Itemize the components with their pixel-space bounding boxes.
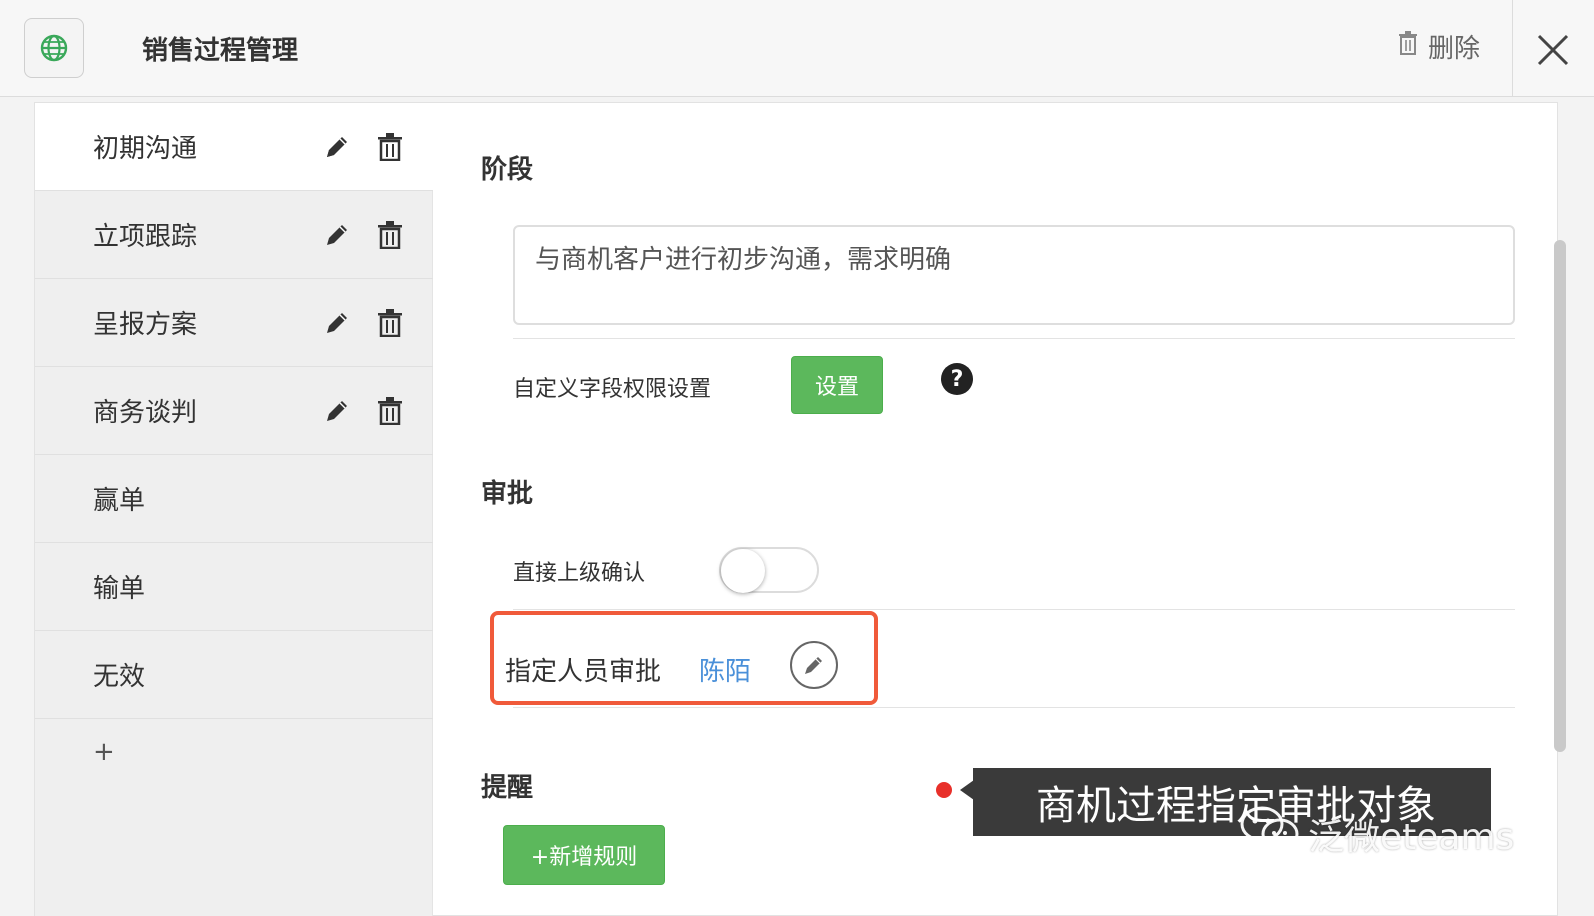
caption-arrow (960, 780, 974, 800)
trash-icon[interactable] (377, 397, 403, 426)
pencil-icon[interactable] (323, 133, 351, 161)
header: 销售过程管理 删除 (0, 0, 1594, 97)
stage-label: 呈报方案 (93, 310, 198, 340)
vertical-scrollbar[interactable] (1554, 240, 1566, 752)
trash-icon[interactable] (377, 133, 403, 162)
divider (513, 707, 1515, 708)
watermark: 泛微eteams (1240, 806, 1514, 861)
add-stage-button[interactable]: + (93, 737, 115, 767)
stage-label: 初期沟通 (93, 134, 198, 164)
edit-approver-button[interactable] (790, 641, 838, 689)
wechat-icon (1240, 806, 1300, 861)
direct-superior-label: 直接上级确认 (513, 561, 646, 586)
toggle-knob (721, 549, 765, 593)
stage-label: 商务谈判 (93, 398, 198, 428)
pencil-icon[interactable] (323, 397, 351, 425)
stage-item-1[interactable]: 初期沟通 (35, 103, 433, 191)
add-rule-button[interactable]: +新增规则 (503, 825, 665, 885)
question-circle-icon[interactable]: ? (941, 363, 973, 395)
globe-icon (24, 18, 84, 78)
stage-item-7[interactable]: 无效 (35, 631, 433, 719)
stage-description-input[interactable] (513, 225, 1515, 325)
pencil-icon[interactable] (323, 221, 351, 249)
stage-label: 赢单 (93, 486, 146, 516)
stage-label: 输单 (93, 574, 146, 604)
stage-section-title: 阶段 (481, 155, 534, 185)
delete-label: 删除 (1428, 34, 1481, 64)
watermark-text: 泛微eteams (1308, 816, 1515, 858)
direct-superior-toggle[interactable] (719, 547, 819, 593)
approval-section-title: 审批 (481, 479, 534, 509)
designated-approver-label: 指定人员审批 (505, 657, 662, 687)
designated-approver-name[interactable]: 陈陌 (699, 651, 751, 688)
trash-icon (1398, 31, 1418, 62)
stage-item-2[interactable]: 立项跟踪 (35, 191, 433, 279)
divider (513, 338, 1515, 339)
close-icon[interactable] (1535, 32, 1571, 68)
pencil-icon (805, 657, 822, 674)
stage-sidebar: 初期沟通 立项跟踪 呈报方案 商务谈判 赢单 输单 无效 + (35, 103, 433, 916)
page-title: 销售过程管理 (142, 36, 299, 66)
stage-item-5[interactable]: 赢单 (35, 455, 433, 543)
delete-button[interactable]: 删除 (1398, 28, 1480, 65)
header-divider (1512, 0, 1513, 96)
custom-field-label: 自定义字段权限设置 (513, 377, 712, 402)
stage-label: 立项跟踪 (93, 222, 198, 252)
stage-item-3[interactable]: 呈报方案 (35, 279, 433, 367)
trash-icon[interactable] (377, 221, 403, 250)
stage-item-4[interactable]: 商务谈判 (35, 367, 433, 455)
stage-label: 无效 (93, 662, 146, 692)
set-button[interactable]: 设置 (791, 356, 883, 414)
caption-dot (936, 782, 952, 798)
stage-item-6[interactable]: 输单 (35, 543, 433, 631)
pencil-icon[interactable] (323, 309, 351, 337)
divider (513, 609, 1515, 610)
trash-icon[interactable] (377, 309, 403, 338)
reminder-section-title: 提醒 (481, 773, 534, 803)
